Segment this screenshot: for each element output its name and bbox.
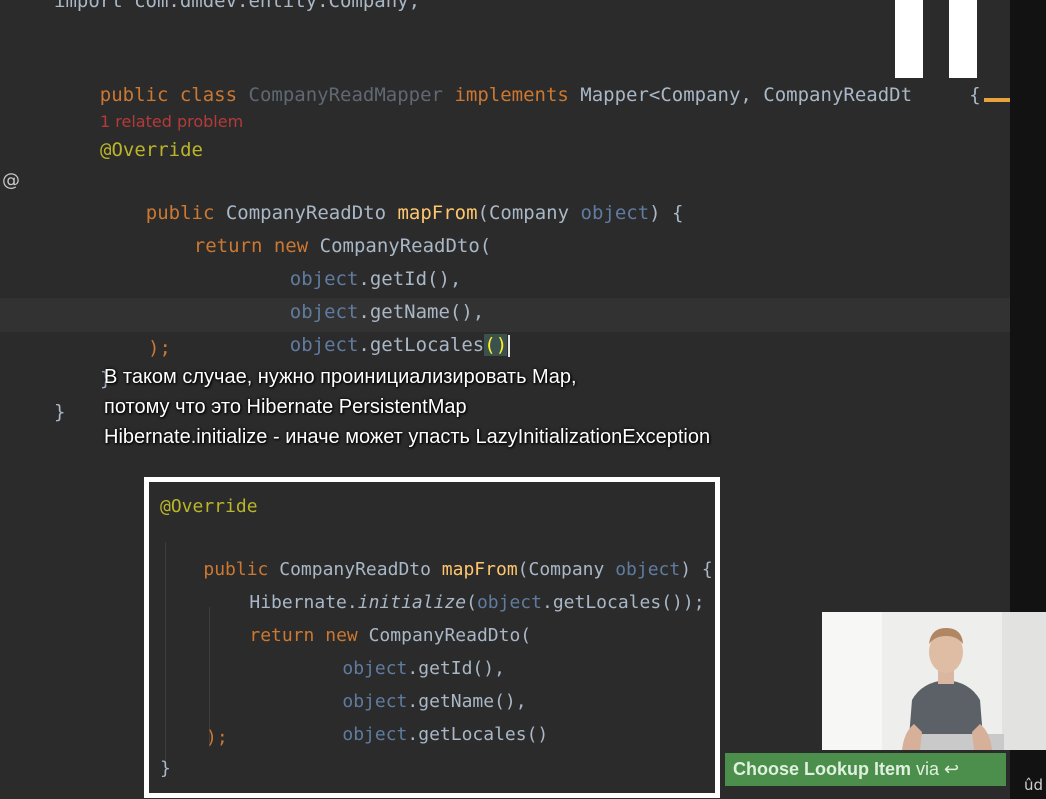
arg-object: object — [342, 724, 408, 745]
presenter-webcam — [822, 612, 1046, 750]
snippet-override: @Override — [160, 496, 258, 517]
snippet-close-paren: ); — [206, 727, 228, 748]
keyword-implements: implements — [454, 84, 569, 106]
arg-get-locales: object.getLocales() — [244, 300, 511, 357]
keyword-class: class — [179, 84, 238, 106]
text-caret — [508, 334, 511, 357]
class-close-brace: } — [54, 401, 66, 423]
arg-object: object — [289, 334, 359, 356]
error-stripe-marker[interactable] — [984, 98, 1010, 102]
arg-get-name: object.getName(), — [244, 267, 484, 323]
class-open-brace: { — [969, 84, 981, 106]
method-signature: public CompanyReadDto mapFrom(Company ob… — [100, 168, 684, 224]
param-type: (Company — [477, 202, 581, 224]
lookup-label: Choose Lookup Item — [733, 759, 912, 779]
snippet-method-signature: public CompanyReadDto mapFrom(Company ob… — [160, 525, 712, 580]
override-annotation: @Override — [100, 139, 203, 161]
keyword-public: public — [99, 84, 169, 106]
snippet-arg-get-name: object.getName(), — [299, 657, 526, 712]
override-gutter-icon[interactable]: @ — [2, 170, 20, 191]
snippet-arg-get-locales: object.getLocales() — [299, 690, 548, 745]
corner-watermark: ûd — [1024, 776, 1044, 794]
method-open-brace: ) { — [649, 202, 684, 224]
caption-line-3: Hibernate.initialize - иначе может упаст… — [104, 426, 711, 448]
close-paren: ); — [148, 337, 171, 359]
caption-line-2: потому что это Hibernate PersistentMap — [104, 396, 467, 418]
choose-lookup-item-hint[interactable]: Choose Lookup Item via ↩ — [725, 753, 1006, 786]
snippet-return-statement: return new CompanyReadDto( — [206, 591, 531, 646]
subtitle-caption: В таком случае, нужно проинициализироват… — [104, 362, 710, 452]
return-statement: return new CompanyReadDto( — [148, 201, 491, 257]
arg-call: .getLocales — [358, 334, 485, 356]
param-name: object — [580, 202, 650, 224]
matched-parens: () — [484, 334, 508, 356]
lookup-via: via ↩ — [911, 759, 960, 779]
snippet-arg-get-id: object.getId(), — [299, 624, 505, 679]
code-snippet-overlay: @Override public CompanyReadDto mapFrom(… — [144, 477, 720, 798]
caption-line-1: В таком случае, нужно проинициализироват… — [104, 366, 577, 388]
import-line: import com.dmdev.entity.Company; — [54, 0, 421, 12]
pause-icon-right-bar[interactable] — [949, 0, 977, 78]
pause-icon-left-bar[interactable] — [895, 0, 923, 78]
snippet-close-brace: } — [160, 758, 171, 779]
arg-call: .getLocales() — [407, 724, 549, 745]
class-declaration: public class CompanyReadMapper implement… — [54, 50, 981, 106]
get-locales-call: .getLocales()); — [541, 592, 705, 613]
related-problem-hint[interactable]: 1 related problem — [100, 112, 243, 131]
interface-name: Mapper<Company, CompanyReadDt — [580, 84, 913, 106]
presenter-image — [822, 612, 1046, 750]
arg-get-id: object.getId(), — [244, 234, 462, 290]
class-name: CompanyReadMapper — [248, 84, 443, 106]
snippet-hibernate-initialize: Hibernate.initialize(object.getLocales()… — [206, 558, 704, 613]
